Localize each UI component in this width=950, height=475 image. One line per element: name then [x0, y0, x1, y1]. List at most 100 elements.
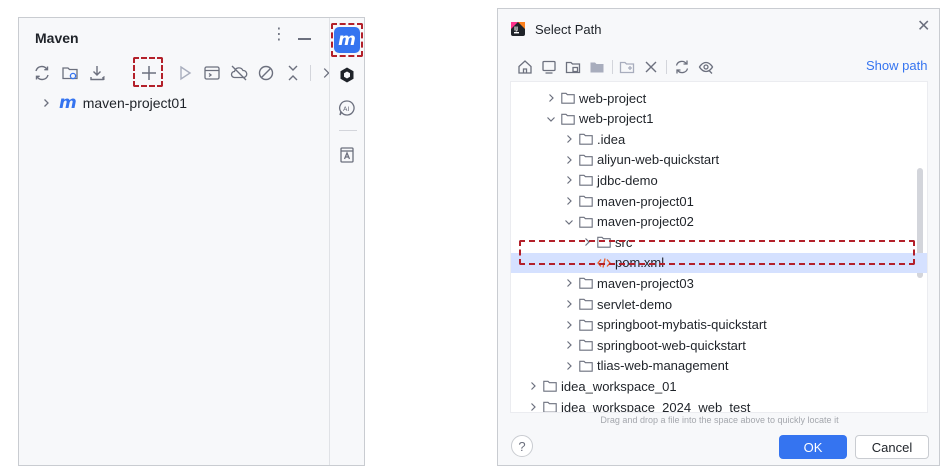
tree-node-label: maven-project02	[597, 214, 694, 230]
chevron-right-icon[interactable]	[561, 150, 577, 170]
refresh-icon[interactable]	[671, 56, 693, 78]
tree-node-label: web-project1	[579, 111, 654, 127]
maven-title: Maven	[35, 30, 79, 46]
chevron-down-icon[interactable]	[543, 109, 559, 129]
tree-folder-node[interactable]: .idea	[561, 129, 625, 149]
chevron-right-icon[interactable]	[561, 356, 577, 376]
toolbar-separator	[612, 60, 613, 74]
chevron-right-icon[interactable]	[525, 376, 541, 396]
tree-node-label: .idea	[597, 131, 626, 147]
run-icon[interactable]	[172, 60, 198, 86]
maven-project-node[interactable]: m maven-project01	[37, 92, 187, 114]
tree-folder-node[interactable]: servlet-demo	[561, 294, 672, 314]
chevron-right-icon[interactable]	[561, 315, 577, 335]
dialog-title: Select Path	[535, 22, 602, 37]
tree-node-label: idea_workspace_2024_web_test	[561, 399, 751, 413]
maven-m-icon: m	[59, 93, 77, 113]
show-hidden-icon[interactable]	[695, 56, 717, 78]
tree-folder-node[interactable]: springboot-web-quickstart	[561, 335, 746, 355]
minimize-icon[interactable]	[298, 38, 311, 40]
tree-node-label: springboot-mybatis-quickstart	[597, 317, 767, 333]
chevron-right-icon[interactable]	[561, 191, 577, 211]
more-options-icon[interactable]: ⋮	[271, 27, 287, 43]
notifications-icon[interactable]	[334, 142, 360, 168]
offline-icon[interactable]	[226, 60, 252, 86]
right-tool-strip: m AI	[329, 18, 364, 465]
folder-icon	[579, 319, 593, 331]
tree-node-label: servlet-demo	[597, 296, 673, 312]
tree-node-label: maven-project03	[597, 275, 694, 291]
project-folder-icon[interactable]	[562, 56, 584, 78]
chevron-right-icon[interactable]	[37, 98, 55, 108]
tree-folder-node[interactable]: idea_workspace_2024_web_test	[525, 397, 751, 413]
tree-folder-node[interactable]: web-project	[543, 88, 646, 108]
chevron-right-icon[interactable]	[525, 397, 541, 412]
tree-folder-node[interactable]: jdbc-demo	[561, 170, 658, 190]
chevron-down-icon[interactable]	[561, 212, 577, 232]
collapse-icon[interactable]	[280, 60, 306, 86]
maven-button-highlight	[331, 23, 363, 57]
tree-folder-node[interactable]: springboot-mybatis-quickstart	[561, 315, 767, 335]
tree-folder-node[interactable]: web-project1	[543, 109, 653, 129]
tree-folder-node[interactable]: aliyun-web-quickstart	[561, 150, 719, 170]
maven-project-label: maven-project01	[82, 95, 187, 111]
folder-icon	[561, 92, 575, 104]
folder-icon	[579, 360, 593, 372]
intellij-logo-icon: IJ	[511, 22, 525, 36]
tree-node-label: web-project	[579, 90, 647, 106]
maven-tool-window: Maven ⋮ m maven-project01 m AI	[18, 17, 365, 466]
chevron-right-icon[interactable]	[543, 88, 559, 108]
tree-folder-node[interactable]: tlias-web-management	[561, 356, 729, 376]
show-path-link[interactable]: Show path	[866, 58, 927, 73]
toolbar-separator	[310, 65, 311, 81]
select-path-dialog: IJ Select Path ✕ Show path web-project w…	[497, 8, 940, 466]
help-button[interactable]: ?	[511, 435, 533, 457]
folder-icon	[579, 195, 593, 207]
tree-folder-node[interactable]: maven-project02	[561, 212, 694, 232]
delete-icon[interactable]	[640, 56, 662, 78]
tree-node-label: idea_workspace_01	[561, 378, 677, 394]
cancel-button[interactable]: Cancel	[855, 435, 929, 459]
chevron-right-icon[interactable]	[561, 294, 577, 314]
module-folder-icon[interactable]	[586, 56, 608, 78]
chevron-right-icon[interactable]	[561, 129, 577, 149]
folder-icon	[579, 216, 593, 228]
chevron-right-icon[interactable]	[561, 170, 577, 190]
tree-node-label: springboot-web-quickstart	[597, 337, 746, 353]
pom-selection-highlight	[519, 240, 915, 265]
desktop-icon[interactable]	[538, 56, 560, 78]
folder-icon	[543, 380, 557, 393]
folder-icon	[543, 401, 557, 412]
new-folder-icon[interactable]	[616, 56, 638, 78]
maven-content: Maven ⋮ m maven-project01	[19, 18, 330, 465]
strip-separator	[339, 130, 357, 131]
tree-folder-node[interactable]: maven-project01	[561, 191, 694, 211]
toolbar-separator	[666, 60, 667, 74]
download-icon[interactable]	[85, 60, 111, 86]
folder-icon	[579, 339, 593, 351]
tree-folder-node[interactable]: idea_workspace_01	[525, 376, 677, 396]
drag-drop-hint: Drag and drop a file into the space abov…	[600, 415, 839, 425]
close-icon[interactable]: ✕	[917, 19, 930, 35]
add-button-highlight	[133, 57, 163, 87]
ok-button[interactable]: OK	[779, 435, 847, 459]
home-icon[interactable]	[514, 56, 536, 78]
svg-text:AI: AI	[343, 105, 349, 113]
folder-icon	[579, 154, 593, 166]
tree-node-label: maven-project01	[597, 193, 694, 209]
ai-chat-icon[interactable]	[334, 62, 360, 88]
dialog-toolbar	[514, 56, 874, 78]
tree-node-label: tlias-web-management	[597, 358, 729, 374]
skip-tests-icon[interactable]	[253, 60, 279, 86]
reload-folder-icon[interactable]	[57, 60, 83, 86]
folder-icon	[561, 113, 575, 125]
refresh-icon[interactable]	[29, 60, 55, 86]
chevron-right-icon[interactable]	[561, 335, 577, 355]
chevron-right-icon[interactable]	[561, 273, 577, 293]
tree-node-label: jdbc-demo	[597, 172, 658, 188]
folder-icon	[579, 277, 593, 290]
ai-assistant-icon[interactable]: AI	[334, 95, 360, 121]
folder-icon	[579, 174, 593, 187]
tree-folder-node[interactable]: maven-project03	[561, 273, 694, 293]
execute-goal-icon[interactable]	[199, 60, 225, 86]
